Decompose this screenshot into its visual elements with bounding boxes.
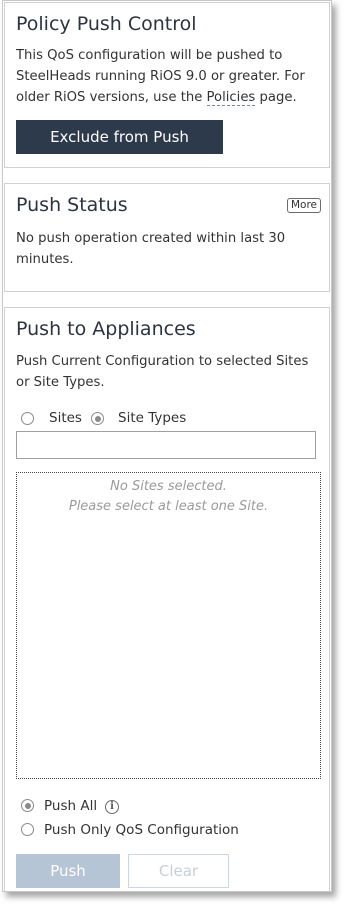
policy-push-description: This QoS configuration will be pushed to… xyxy=(16,45,322,108)
push-status-title: Push Status xyxy=(16,194,128,216)
push-only-qos-label: Push Only QoS Configuration xyxy=(44,822,239,838)
policy-push-desc-line1: This QoS configuration will be pushed to xyxy=(16,48,283,63)
policy-push-desc-suffix: page. xyxy=(255,90,297,105)
push-status-message: No push operation created within last 30… xyxy=(16,228,322,270)
push-status-message-line1: No push operation created within last 30 xyxy=(16,231,286,246)
policy-push-desc-line3: older RiOS versions, use the Policies pa… xyxy=(16,87,322,108)
info-icon[interactable]: i xyxy=(105,800,119,814)
site-selection-list[interactable]: No Sites selected. Please select at leas… xyxy=(16,472,321,779)
policies-link[interactable]: Policies xyxy=(206,90,256,106)
empty-sites-hint: Please select at least one Site. xyxy=(68,499,269,514)
push-status-message-line2: minutes. xyxy=(16,252,74,267)
policy-push-desc-line2: SteelHeads running RiOS 9.0 or greater. … xyxy=(16,69,305,84)
sites-radio[interactable] xyxy=(21,412,34,425)
push-to-appliances-desc-line2: or Site Types. xyxy=(16,375,105,390)
push-status-panel: Push Status More No push operation creat… xyxy=(4,183,330,292)
site-types-radio-label: Site Types xyxy=(118,410,187,426)
policy-push-desc-prefix: older RiOS versions, use the xyxy=(16,90,207,105)
push-control-sidebar: Policy Push Control This QoS configurati… xyxy=(2,0,332,892)
push-all-label: Push All xyxy=(44,798,98,814)
empty-sites-message: No Sites selected. xyxy=(110,479,227,494)
push-button[interactable]: Push xyxy=(16,854,120,888)
sites-radio-label: Sites xyxy=(49,410,82,426)
push-to-appliances-description: Push Current Configuration to selected S… xyxy=(16,351,322,393)
policy-push-control-panel: Policy Push Control This QoS configurati… xyxy=(4,2,330,168)
clear-button[interactable]: Clear xyxy=(128,854,229,888)
push-to-appliances-panel: Push to Appliances Push Current Configur… xyxy=(4,307,330,891)
push-to-appliances-title: Push to Appliances xyxy=(16,318,196,340)
push-all-radio[interactable] xyxy=(21,799,34,812)
push-to-appliances-desc-line1: Push Current Configuration to selected S… xyxy=(16,354,309,369)
push-only-qos-radio[interactable] xyxy=(21,823,34,836)
site-search-input[interactable] xyxy=(16,431,316,459)
site-types-radio[interactable] xyxy=(91,412,104,425)
more-button[interactable]: More xyxy=(286,198,321,213)
policy-push-control-title: Policy Push Control xyxy=(16,13,197,35)
exclude-from-push-button[interactable]: Exclude from Push xyxy=(16,120,223,154)
